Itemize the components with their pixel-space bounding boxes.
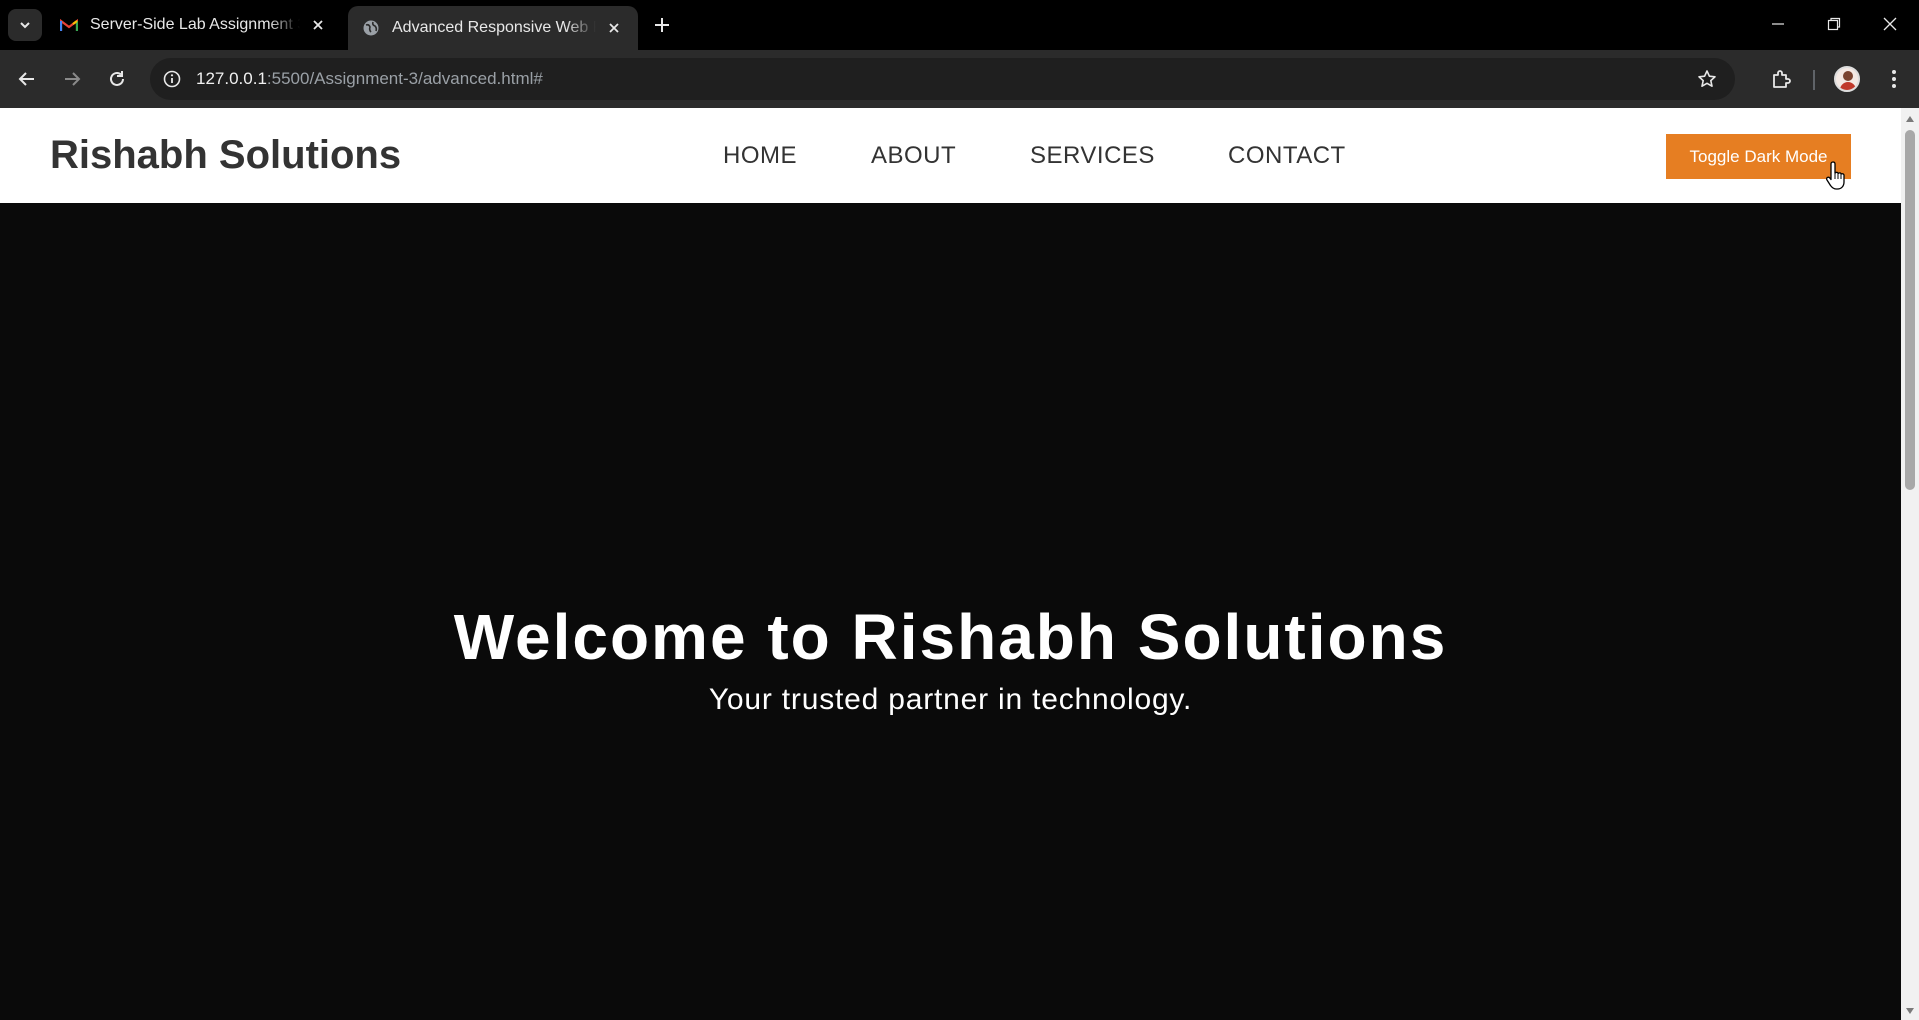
browser-tab-gmail[interactable]: Server-Side Lab Assignment 3 - (46, 6, 342, 44)
plus-icon (655, 18, 669, 32)
url-host: 127.0.0.1 (196, 69, 267, 88)
scroll-up-icon[interactable] (1905, 114, 1915, 124)
url-path: :5500/Assignment-3/advanced.html# (266, 69, 543, 88)
tab-close-icon[interactable] (308, 15, 328, 35)
more-vert-icon (1892, 70, 1896, 88)
chrome-menu-button[interactable] (1877, 62, 1911, 96)
close-window-button[interactable] (1864, 6, 1916, 42)
nav-about[interactable]: ABOUT (871, 142, 956, 170)
extensions-button[interactable] (1765, 62, 1799, 96)
arrow-left-icon (18, 72, 34, 86)
tab-title: Server-Side Lab Assignment 3 - (90, 16, 300, 33)
url-text: 127.0.0.1:5500/Assignment-3/advanced.htm… (196, 69, 543, 89)
page-scrollbar[interactable] (1901, 108, 1919, 1020)
hero-subtitle: Your trusted partner in technology. (708, 683, 1193, 716)
puzzle-icon (1773, 70, 1791, 88)
browser-tab-active[interactable]: Advanced Responsive Web Page (348, 6, 638, 50)
profile-button[interactable] (1830, 62, 1864, 96)
avatar (1834, 66, 1860, 92)
back-button[interactable] (10, 62, 44, 96)
site-info-icon[interactable] (160, 67, 184, 91)
nav-contact[interactable]: CONTACT (1228, 142, 1346, 170)
page-viewport: Rishabh Solutions HOME ABOUT SERVICES CO… (0, 108, 1901, 1020)
new-tab-button[interactable] (648, 11, 676, 39)
hero-section: Welcome to Rishabh Solutions Your truste… (0, 203, 1901, 1020)
forward-button[interactable] (55, 62, 89, 96)
globe-icon (362, 19, 380, 37)
nav-services[interactable]: SERVICES (1030, 142, 1155, 170)
browser-tabstrip: Server-Side Lab Assignment 3 - Advanced … (0, 0, 1919, 50)
site-header: Rishabh Solutions HOME ABOUT SERVICES CO… (0, 108, 1901, 203)
nav-home[interactable]: HOME (723, 142, 797, 170)
minimize-icon (1772, 23, 1784, 25)
close-icon (1883, 17, 1897, 31)
restore-icon (1827, 17, 1841, 31)
site-logo[interactable]: Rishabh Solutions (50, 133, 401, 178)
toggle-dark-mode-button[interactable]: Toggle Dark Mode (1666, 134, 1851, 179)
scrollbar-thumb[interactable] (1905, 130, 1915, 490)
arrow-right-icon (65, 72, 81, 86)
bookmark-star-icon[interactable] (1695, 67, 1719, 91)
hand-cursor-icon (1825, 161, 1845, 190)
tab-close-icon[interactable] (604, 18, 624, 38)
toolbar-divider (1813, 70, 1815, 90)
address-bar[interactable]: 127.0.0.1:5500/Assignment-3/advanced.htm… (150, 58, 1735, 100)
tab-title: Advanced Responsive Web Page (392, 19, 596, 36)
gmail-icon (60, 16, 78, 34)
restore-button[interactable] (1808, 6, 1860, 42)
scroll-down-icon[interactable] (1905, 1006, 1915, 1016)
chevron-down-icon (20, 22, 30, 29)
reload-button[interactable] (100, 62, 134, 96)
tab-search-button[interactable] (8, 9, 42, 41)
browser-toolbar: 127.0.0.1:5500/Assignment-3/advanced.htm… (0, 50, 1919, 108)
reload-icon (110, 71, 124, 86)
hero-title: Welcome to Rishabh Solutions (453, 601, 1448, 673)
minimize-button[interactable] (1752, 6, 1804, 42)
